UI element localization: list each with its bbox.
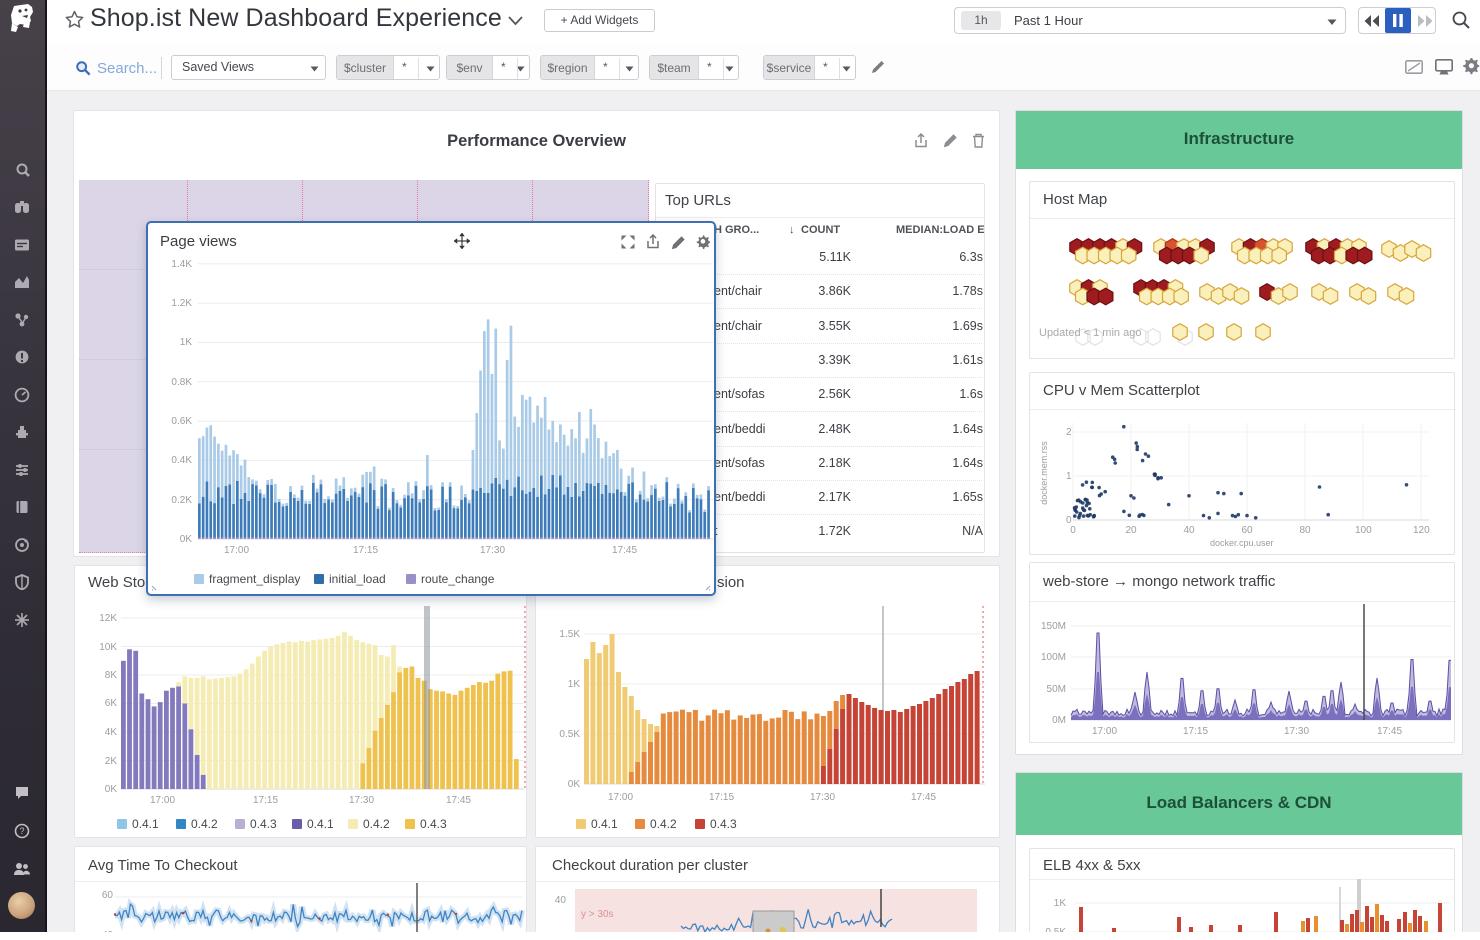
svg-text:y > 30s: y > 30s: [581, 909, 614, 920]
svg-text:?: ?: [19, 826, 24, 836]
